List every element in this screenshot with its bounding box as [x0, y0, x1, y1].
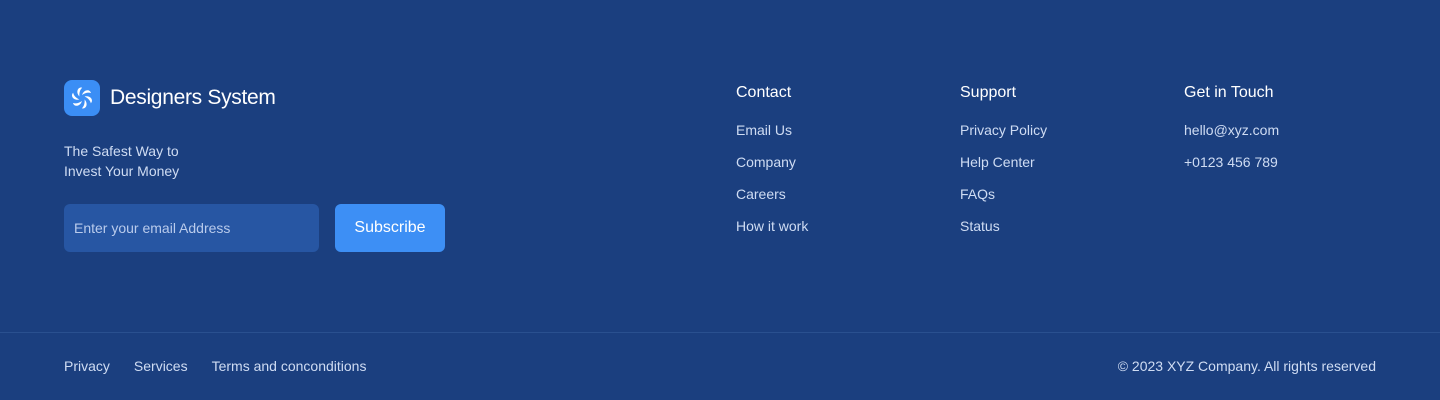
contact-phone-link[interactable]: +0123 456 789 [1184, 152, 1279, 172]
email-input[interactable] [64, 204, 319, 252]
subscribe-button[interactable]: Subscribe [335, 204, 445, 252]
contact-heading: Contact [736, 84, 792, 101]
support-link-faqs[interactable]: FAQs [960, 184, 1047, 204]
support-link-privacy-policy[interactable]: Privacy Policy [960, 120, 1047, 140]
tagline-line-2: Invest Your Money [64, 163, 180, 179]
support-link-help-center[interactable]: Help Center [960, 152, 1047, 172]
support-link-status[interactable]: Status [960, 216, 1047, 236]
get-in-touch-heading: Get in Touch [1184, 84, 1274, 101]
contact-link-how-it-work[interactable]: How it work [736, 216, 808, 236]
bottom-link-services[interactable]: Services [134, 357, 188, 375]
brand[interactable]: Designers System [64, 80, 276, 116]
get-in-touch-column: Get in Touch hello@xyz.com +0123 456 789 [1184, 83, 1279, 184]
tagline-line-1: The Safest Way to [64, 143, 179, 159]
aperture-swirl-icon [64, 80, 100, 116]
contact-email-link[interactable]: hello@xyz.com [1184, 120, 1279, 140]
contact-link-careers[interactable]: Careers [736, 184, 808, 204]
bottom-link-terms[interactable]: Terms and conconditions [212, 357, 367, 375]
contact-column: Contact Email Us Company Careers How it … [736, 83, 808, 248]
tagline: The Safest Way to Invest Your Money [64, 141, 264, 181]
footer-divider [0, 332, 1440, 333]
copyright-text: © 2023 XYZ Company. All rights reserved [1117, 358, 1376, 374]
support-column: Support Privacy Policy Help Center FAQs … [960, 83, 1047, 248]
contact-link-company[interactable]: Company [736, 152, 808, 172]
bottom-link-privacy[interactable]: Privacy [64, 357, 110, 375]
contact-link-email-us[interactable]: Email Us [736, 120, 808, 140]
support-heading: Support [960, 84, 1017, 101]
brand-name: Designers System [110, 86, 276, 109]
bottom-links: Privacy Services Terms and conconditions [64, 357, 390, 375]
